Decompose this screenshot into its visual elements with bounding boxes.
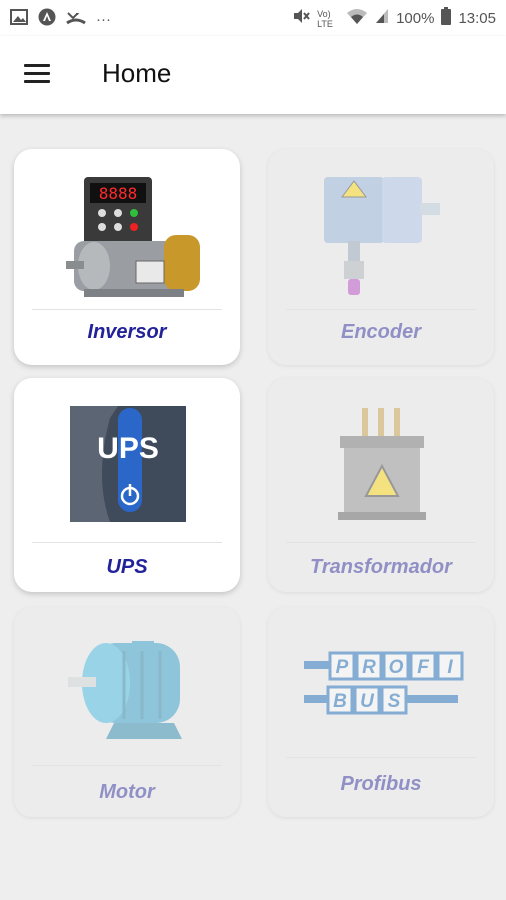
profibus-letter: B: [333, 691, 347, 712]
profibus-logo-image: PROFI BUS: [304, 651, 464, 715]
transformer-image: [338, 408, 426, 520]
card-label: Inversor: [87, 321, 167, 343]
wifi-icon: [346, 8, 368, 30]
missed-call-icon: [66, 9, 86, 31]
signal-icon: [375, 8, 389, 30]
ups-art-text: UPS: [97, 432, 159, 465]
app-bar: Home: [0, 36, 506, 114]
profibus-letter: O: [389, 657, 404, 678]
svg-text:8888: 8888: [99, 184, 138, 203]
profibus-letter: U: [360, 691, 375, 712]
profibus-letter: F: [417, 657, 430, 678]
app-icon: [38, 8, 56, 32]
encoder-image: [324, 177, 440, 295]
menu-icon[interactable]: [24, 64, 50, 84]
card-label: Motor: [99, 781, 155, 803]
card-transformador[interactable]: Transformador: [268, 378, 494, 592]
profibus-letter: R: [362, 657, 376, 678]
more-icon: ···: [96, 11, 111, 28]
card-motor[interactable]: Motor: [14, 607, 240, 817]
card-label: Encoder: [340, 321, 422, 343]
card-inversor[interactable]: 8888 Inversor: [14, 149, 240, 365]
volte-icon: Vo) LTE: [317, 9, 333, 29]
battery-icon: [441, 7, 452, 31]
status-bar: ··· Vo) LTE 100% 13:05: [0, 0, 506, 36]
card-label: UPS: [106, 556, 148, 578]
page-title: Home: [102, 58, 172, 88]
inverter-motor-image: 8888: [66, 177, 200, 297]
profibus-letter: S: [388, 691, 401, 712]
card-profibus[interactable]: PROFI BUS Profibus: [268, 607, 494, 817]
motor-image: [68, 641, 182, 739]
mute-icon: [292, 8, 310, 30]
battery-percent: 100%: [396, 10, 435, 27]
profibus-letter: I: [447, 657, 453, 678]
profibus-letter: P: [336, 657, 349, 678]
card-ups[interactable]: UPS UPS: [14, 378, 240, 592]
card-encoder[interactable]: Encoder: [268, 149, 494, 365]
clock: 13:05: [458, 10, 496, 27]
gallery-icon: [10, 9, 28, 31]
card-label: Profibus: [340, 773, 422, 795]
ups-image: UPS: [70, 406, 186, 522]
card-label: Transformador: [310, 556, 452, 578]
